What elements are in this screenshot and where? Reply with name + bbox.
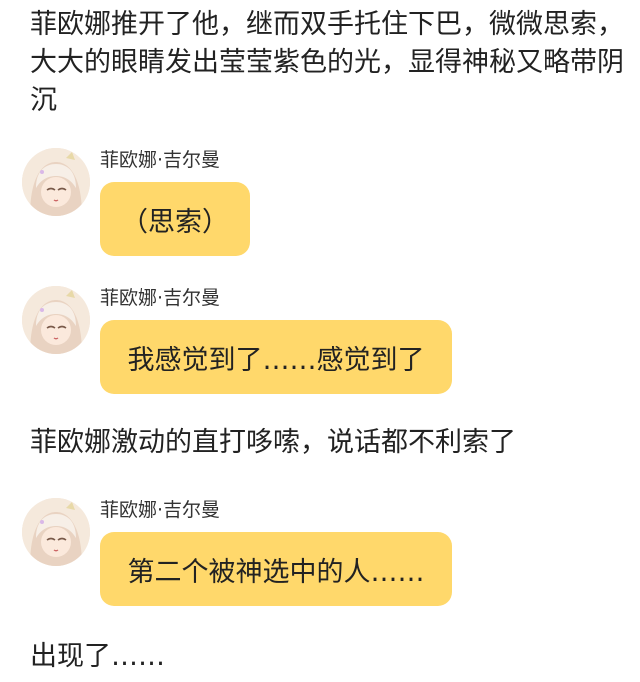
speaker-name: 菲欧娜·吉尔曼 bbox=[100, 149, 221, 171]
chat-bubble: 第二个被神选中的人…… bbox=[100, 532, 452, 606]
character-avatar-icon[interactable] bbox=[22, 498, 90, 566]
chat-bubble-text: 我感觉到了……感觉到了 bbox=[127, 344, 425, 376]
chat-bubble: （思索） bbox=[100, 182, 250, 256]
speaker-name: 菲欧娜·吉尔曼 bbox=[100, 287, 221, 309]
character-avatar-icon[interactable] bbox=[22, 148, 90, 216]
narration-intro: 菲欧娜推开了他，继而双手托住下巴，微微思索，大大的眼睛发出莹莹紫色的光，显得神秘… bbox=[30, 9, 624, 116]
narration-ending: 出现了…… bbox=[30, 641, 165, 672]
chat-bubble: 我感觉到了……感觉到了 bbox=[100, 320, 452, 394]
speaker-name: 菲欧娜·吉尔曼 bbox=[100, 499, 221, 521]
narration-middle: 菲欧娜激动的直打哆嗦，说话都不利索了 bbox=[30, 427, 516, 458]
chat-bubble-text: （思索） bbox=[121, 206, 229, 238]
character-avatar-icon[interactable] bbox=[22, 286, 90, 354]
chat-bubble-text: 第二个被神选中的人…… bbox=[127, 556, 425, 588]
